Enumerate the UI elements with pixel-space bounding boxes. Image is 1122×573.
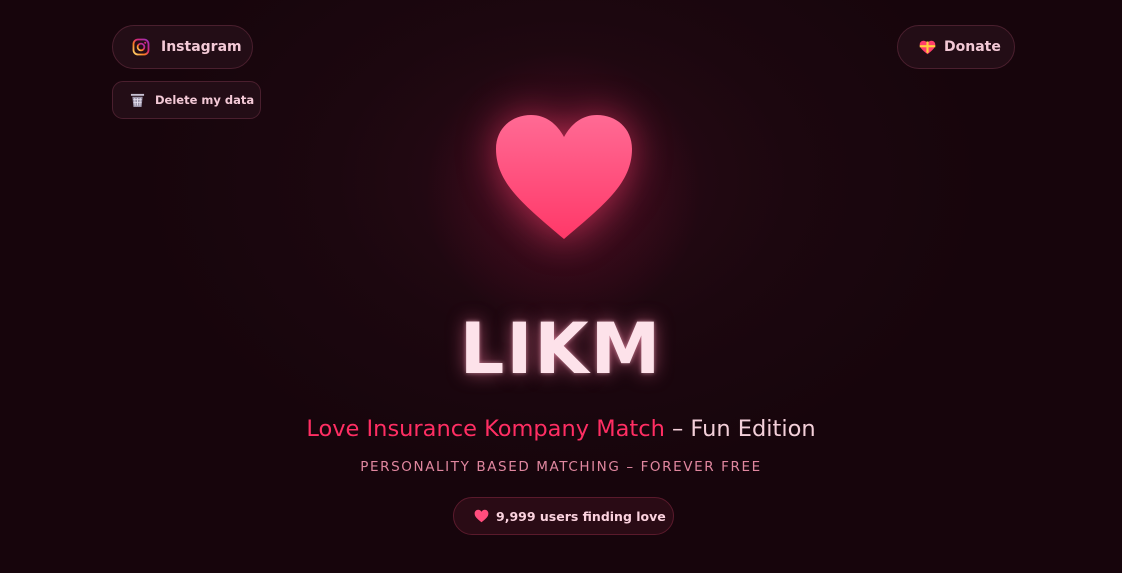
subtitle: PERSONALITY BASED MATCHING – FOREVER FRE… <box>360 459 762 475</box>
tagline-accent: Love Insurance Kompany Match <box>306 416 665 442</box>
heart-gift-icon <box>919 40 936 54</box>
brand-title: LIKM <box>459 308 663 390</box>
delete-data-button[interactable]: Delete my data <box>112 81 261 119</box>
donate-button[interactable]: Donate <box>897 25 1015 69</box>
users-badge: 9,999 users finding love <box>453 497 674 535</box>
tagline: Love Insurance Kompany Match – Fun Editi… <box>0 414 1122 444</box>
instagram-icon <box>132 38 150 56</box>
heart-icon <box>474 509 489 523</box>
users-badge-label: 9,999 users finding love <box>496 508 666 524</box>
donate-label: Donate <box>944 39 1001 55</box>
tagline-rest: – Fun Edition <box>664 416 816 442</box>
heart-icon <box>496 115 632 239</box>
trash-icon <box>130 93 145 108</box>
instagram-label: Instagram <box>161 39 242 55</box>
instagram-button[interactable]: Instagram <box>112 25 253 69</box>
delete-label: Delete my data <box>155 93 255 107</box>
